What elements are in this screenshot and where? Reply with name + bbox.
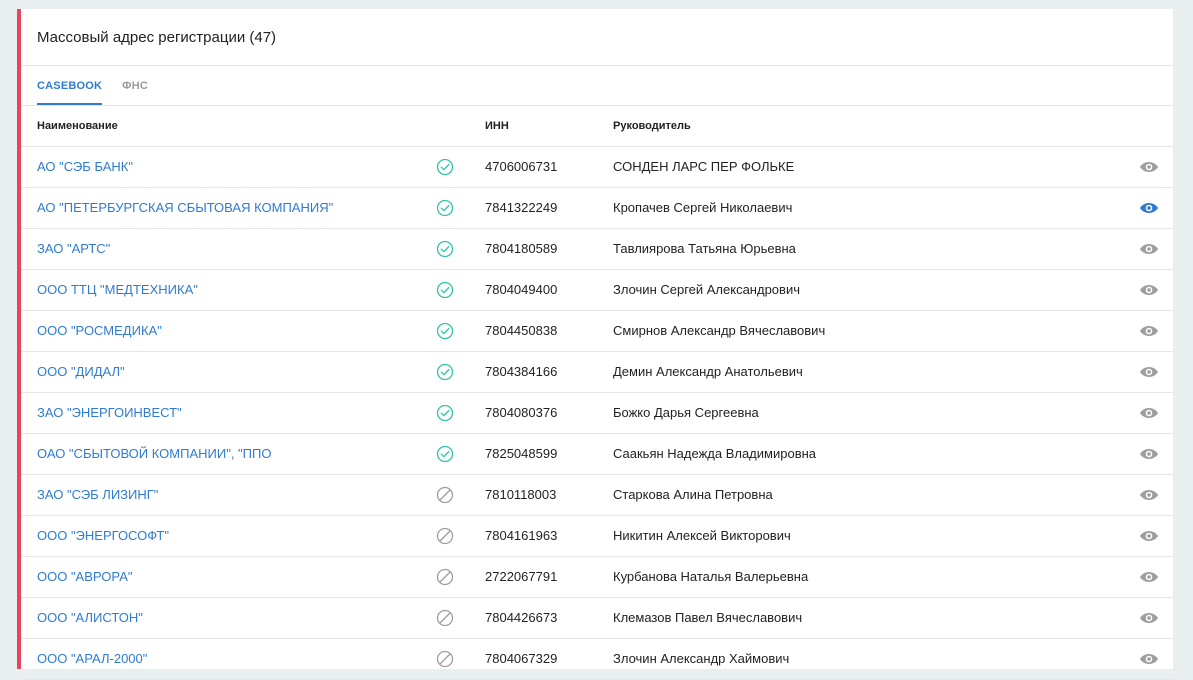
inn-value: 7804161963 — [485, 528, 558, 543]
check-circle-icon — [436, 240, 454, 258]
blocked-circle-icon — [436, 527, 454, 545]
inn-value: 2722067791 — [485, 569, 558, 584]
panel-header: Массовый адрес регистрации (47) — [21, 9, 1173, 66]
table-row: ЗАО "АРТС" 7804180589 Тавлиярова Татьяна Ю… — [21, 229, 1173, 270]
eye-icon[interactable] — [1139, 241, 1159, 257]
director-name: Тавлиярова Татьяна Юрьевна — [613, 241, 796, 256]
mass-registration-panel: Массовый адрес регистрации (47) CASEBOOK… — [17, 9, 1173, 680]
column-header-inn: ИНН — [485, 120, 509, 132]
table-row: ЗАО "ЭНЕРГОИНВЕСТ" 7804080376 Божко Дарья … — [21, 393, 1173, 434]
column-header-head: Руководитель — [613, 120, 691, 132]
company-name-link[interactable]: ООО "ДИДАЛ" — [37, 364, 125, 379]
director-name: Злочин Александр Хаймович — [613, 651, 790, 666]
tab-fns[interactable]: ФНС — [122, 66, 148, 105]
table-row: ООО "АЛИСТОН" 7804426673 Клемазов Павел Вя… — [21, 598, 1173, 639]
director-name: Саакьян Надежда Владимировна — [613, 446, 817, 461]
table-header: Наименование ИНН Руководитель — [21, 106, 1173, 147]
eye-icon[interactable] — [1139, 610, 1159, 626]
eye-icon[interactable] — [1139, 528, 1159, 544]
inn-value: 7804180589 — [485, 241, 558, 256]
column-header-name: Наименование — [37, 120, 118, 132]
eye-icon[interactable] — [1139, 405, 1159, 421]
company-name-link[interactable]: ООО "АРАЛ-2000" — [37, 651, 147, 666]
eye-icon[interactable] — [1139, 446, 1159, 462]
check-circle-icon — [436, 281, 454, 299]
table-row: ООО ТТЦ "МЕДТЕХНИКА" 7804049400 Злочин Сер… — [21, 270, 1173, 311]
eye-icon[interactable] — [1139, 569, 1159, 585]
eye-icon[interactable] — [1139, 487, 1159, 503]
company-name-link[interactable]: АО "ПЕТЕРБУРГСКАЯ СБЫТОВАЯ КОМПАНИЯ" — [37, 200, 333, 215]
panel-title: Массовый адрес регистрации (47) — [37, 28, 277, 46]
table-row: ОАО "СБЫТОВОЙ КОМПАНИИ", "ППО 7825048599 С… — [21, 434, 1173, 475]
eye-icon[interactable] — [1139, 282, 1159, 298]
company-name-link[interactable]: ООО "АЛИСТОН" — [37, 610, 143, 625]
table-row: ООО "АВРОРА" 2722067791 Курбанова Наталья … — [21, 557, 1173, 598]
director-name: Кропачев Сергей Николаевич — [613, 200, 793, 215]
check-circle-icon — [436, 158, 454, 176]
director-name: Курбанова Наталья Валерьевна — [613, 569, 809, 584]
table-row: ООО "РОСМЕДИКА" 7804450838 Смирнов Алексан… — [21, 311, 1173, 352]
company-name-link[interactable]: ОАО "СБЫТОВОЙ КОМПАНИИ", "ППО — [37, 446, 271, 461]
eye-icon[interactable] — [1139, 159, 1159, 175]
company-name-link[interactable]: ЗАО "СЭБ ЛИЗИНГ" — [37, 487, 158, 502]
eye-icon[interactable] — [1139, 200, 1159, 216]
director-name: Божко Дарья Сергеевна — [613, 405, 759, 420]
check-circle-icon — [436, 322, 454, 340]
eye-icon[interactable] — [1139, 323, 1159, 339]
table-row: АО "СЭБ БАНК" 4706006731 СОНДЕН ЛАРС ПЕР Ф… — [21, 147, 1173, 188]
tab-casebook[interactable]: CASEBOOK — [37, 66, 103, 105]
eye-icon[interactable] — [1139, 364, 1159, 380]
company-name-link[interactable]: ЗАО "ЭНЕРГОИНВЕСТ" — [37, 405, 182, 420]
inn-value: 4706006731 — [485, 159, 558, 174]
company-name-link[interactable]: ООО ТТЦ "МЕДТЕХНИКА" — [37, 282, 198, 297]
company-name-link[interactable]: ООО "РОСМЕДИКА" — [37, 323, 162, 338]
inn-value: 7804450838 — [485, 323, 558, 338]
director-name: Демин Александр Анатольевич — [613, 364, 803, 379]
table-body: АО "СЭБ БАНК" 4706006731 СОНДЕН ЛАРС ПЕР Ф… — [21, 147, 1173, 680]
director-name: Старкова Алина Петровна — [613, 487, 773, 502]
check-circle-icon — [436, 404, 454, 422]
director-name: Смирнов Александр Вячеславович — [613, 323, 826, 338]
table-row: ООО "ЭНЕРГОСОФТ" 7804161963 Никитин Алексе… — [21, 516, 1173, 557]
inn-value: 7841322249 — [485, 200, 558, 215]
inn-value: 7810118003 — [485, 487, 557, 502]
company-name-link[interactable]: ООО "АВРОРА" — [37, 569, 133, 584]
director-name: Злочин Сергей Александрович — [613, 282, 800, 297]
director-name: СОНДЕН ЛАРС ПЕР ФОЛЬКЕ — [613, 159, 795, 174]
source-tabs: CASEBOOK ФНС — [21, 66, 1173, 106]
eye-icon[interactable] — [1139, 651, 1159, 667]
blocked-circle-icon — [436, 609, 454, 627]
company-name-link[interactable]: АО "СЭБ БАНК" — [37, 159, 133, 174]
blocked-circle-icon — [436, 568, 454, 586]
blocked-circle-icon — [436, 650, 454, 668]
check-circle-icon — [436, 363, 454, 381]
inn-value: 7804426673 — [485, 610, 558, 625]
company-name-link[interactable]: ЗАО "АРТС" — [37, 241, 110, 256]
table-row: ООО "АРАЛ-2000" 7804067329 Злочин Александ… — [21, 639, 1173, 680]
table-row: АО "ПЕТЕРБУРГСКАЯ СБЫТОВАЯ КОМПАНИЯ" 7841… — [21, 188, 1173, 229]
check-circle-icon — [436, 445, 454, 463]
table-row: ЗАО "СЭБ ЛИЗИНГ" 7810118003 Старкова Алина… — [21, 475, 1173, 516]
table-row: ООО "ДИДАЛ" 7804384166 Демин Александр Ана… — [21, 352, 1173, 393]
check-circle-icon — [436, 199, 454, 217]
inn-value: 7804049400 — [485, 282, 558, 297]
blocked-circle-icon — [436, 486, 454, 504]
inn-value: 7825048599 — [485, 446, 558, 461]
inn-value: 7804384166 — [485, 364, 558, 379]
company-name-link[interactable]: ООО "ЭНЕРГОСОФТ" — [37, 528, 169, 543]
director-name: Клемазов Павел Вячеславович — [613, 610, 803, 625]
director-name: Никитин Алексей Викторович — [613, 528, 791, 543]
inn-value: 7804067329 — [485, 651, 558, 666]
inn-value: 7804080376 — [485, 405, 558, 420]
